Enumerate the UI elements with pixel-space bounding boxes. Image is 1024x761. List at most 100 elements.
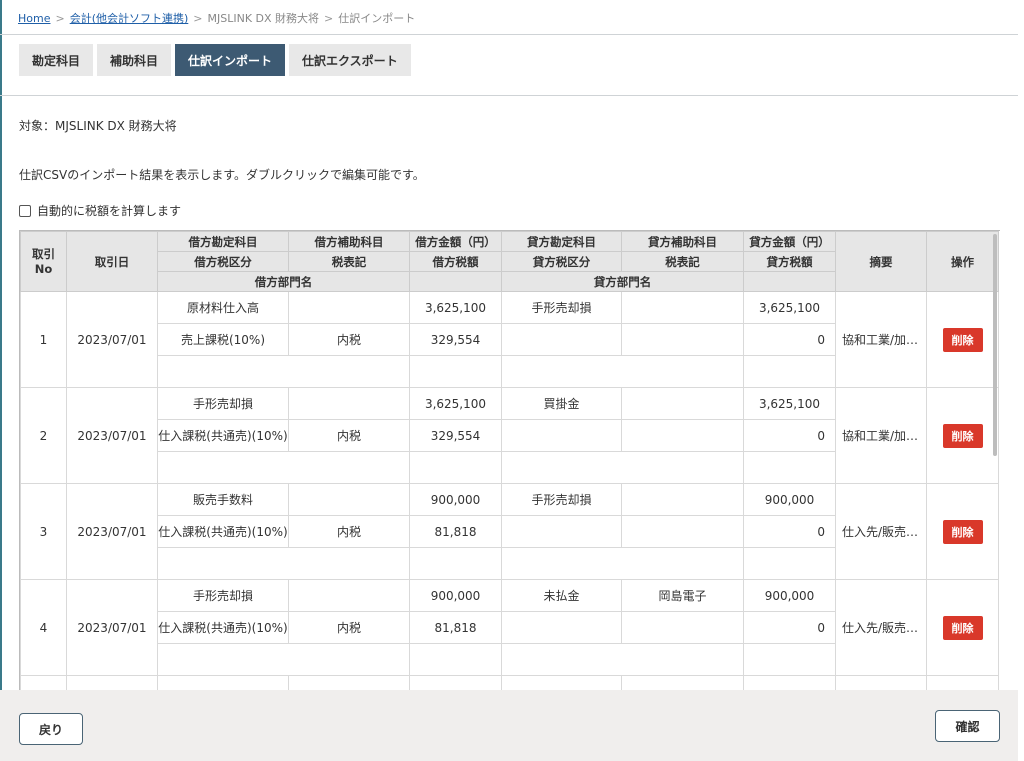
tax-notation-cell[interactable]: 内税	[288, 611, 410, 644]
credit-tax-class-cell[interactable]	[501, 419, 622, 452]
blank-cell[interactable]	[743, 643, 836, 676]
credit-tax-class-cell[interactable]	[501, 611, 622, 644]
confirm-button[interactable]: 確認	[935, 710, 1000, 742]
blank-cell[interactable]	[409, 547, 502, 580]
credit-amount-cell[interactable]: 3,625,100	[743, 387, 836, 420]
delete-button[interactable]: 削除	[942, 615, 983, 640]
breadcrumb-home-link[interactable]: Home	[18, 12, 50, 25]
credit-amount-cell[interactable]: 3,625,100	[743, 291, 836, 324]
tax-notation-cell[interactable]: 内税	[288, 323, 410, 356]
summary-cell[interactable]: 協和工業/加…	[835, 387, 927, 484]
tab-journal-import[interactable]: 仕訳インポート	[175, 44, 286, 76]
debit-sub-cell[interactable]	[288, 579, 410, 612]
credit-sub-cell[interactable]: 岡島電子	[621, 579, 744, 612]
table-row[interactable]: 4 2023/07/01 手形売却損 900,000 未払金 岡島電子 900,000 仕入先…	[20, 579, 999, 676]
row-date[interactable]: 2023/07/01	[66, 291, 158, 388]
back-button[interactable]: 戻り	[19, 713, 83, 745]
credit-account-cell[interactable]: 未払金	[501, 579, 622, 612]
blank-cell[interactable]	[743, 547, 836, 580]
debit-amount-cell[interactable]: 3,625,100	[409, 387, 502, 420]
credit-tax-cell[interactable]: 0	[743, 419, 836, 452]
blank-cell[interactable]	[743, 451, 836, 484]
credit-tax-cell[interactable]: 0	[743, 515, 836, 548]
credit-tax-notation-cell[interactable]	[621, 419, 744, 452]
tab-journal-export[interactable]: 仕訳エクスポート	[289, 44, 411, 76]
debit-tax-cell[interactable]: 81,818	[409, 611, 502, 644]
table-row[interactable]: 1 2023/07/01 原材料仕入高 3,625,100 手形売却損 3,625,100…	[20, 291, 999, 388]
tax-notation-cell[interactable]: 内税	[288, 419, 410, 452]
delete-button[interactable]: 削除	[942, 423, 983, 448]
debit-sub-cell[interactable]	[288, 483, 410, 516]
credit-tax-class-cell[interactable]	[501, 323, 622, 356]
row-no[interactable]: 3	[20, 483, 67, 580]
debit-sub-cell[interactable]	[288, 387, 410, 420]
blank-cell[interactable]	[409, 643, 502, 676]
credit-account-cell[interactable]: 手形売却損	[501, 291, 622, 324]
tab-account-titles[interactable]: 勘定科目	[19, 44, 94, 76]
table-row[interactable]: 2 2023/07/01 手形売却損 3,625,100 買掛金 3,625,100 協和工…	[20, 387, 999, 484]
journal-table-container[interactable]: 取引 No 取引日 借方勘定科目 借方補助科目 借方金額（円） 貸方勘定科目 貸…	[19, 230, 1000, 690]
debit-tax-cell[interactable]: 329,554	[409, 323, 502, 356]
debit-tax-class-cell[interactable]: 仕入課税(共通売)(10%)	[157, 515, 289, 548]
header-divider	[0, 34, 1018, 35]
debit-sub-cell[interactable]	[288, 291, 410, 324]
table-row[interactable]: 3 2023/07/01 販売手数料 900,000 手形売却損 900,000 仕入先/販…	[20, 483, 999, 580]
credit-sub-cell[interactable]	[621, 387, 744, 420]
empty-cell	[157, 675, 289, 690]
blank-cell[interactable]	[743, 355, 836, 388]
credit-tax-class-cell[interactable]	[501, 515, 622, 548]
credit-account-cell[interactable]: 手形売却損	[501, 483, 622, 516]
debit-tax-class-cell[interactable]: 仕入課税(共通売)(10%)	[157, 611, 289, 644]
debit-amount-cell[interactable]: 900,000	[409, 483, 502, 516]
row-date[interactable]: 2023/07/01	[66, 387, 158, 484]
blank-cell[interactable]	[409, 451, 502, 484]
blank-cell[interactable]	[409, 355, 502, 388]
header-debit-tax: 借方税額	[409, 251, 502, 272]
debit-dept-cell[interactable]	[157, 547, 410, 580]
row-no[interactable]: 1	[20, 291, 67, 388]
debit-tax-class-cell[interactable]: 売上課税(10%)	[157, 323, 289, 356]
table-scrollbar[interactable]	[993, 234, 997, 456]
credit-sub-cell[interactable]	[621, 483, 744, 516]
credit-amount-cell[interactable]: 900,000	[743, 579, 836, 612]
debit-tax-cell[interactable]: 81,818	[409, 515, 502, 548]
row-no[interactable]: 2	[20, 387, 67, 484]
debit-account-cell[interactable]: 手形売却損	[157, 579, 289, 612]
credit-tax-notation-cell[interactable]	[621, 515, 744, 548]
auto-tax-option[interactable]: 自動的に税額を計算します	[19, 202, 181, 219]
delete-button[interactable]: 削除	[942, 519, 983, 544]
debit-account-cell[interactable]: 原材料仕入高	[157, 291, 289, 324]
breadcrumb-accounting-link[interactable]: 会計(他会計ソフト連携)	[70, 12, 189, 25]
credit-sub-cell[interactable]	[621, 291, 744, 324]
row-no[interactable]: 4	[20, 579, 67, 676]
credit-amount-cell[interactable]: 900,000	[743, 483, 836, 516]
tax-notation-cell[interactable]: 内税	[288, 515, 410, 548]
debit-dept-cell[interactable]	[157, 355, 410, 388]
auto-tax-checkbox[interactable]	[19, 204, 31, 217]
credit-tax-cell[interactable]: 0	[743, 323, 836, 356]
debit-account-cell[interactable]: 手形売却損	[157, 387, 289, 420]
credit-tax-notation-cell[interactable]	[621, 323, 744, 356]
summary-cell[interactable]: 仕入先/販売…	[835, 483, 927, 580]
debit-amount-cell[interactable]: 3,625,100	[409, 291, 502, 324]
summary-cell[interactable]: 仕入先/販売…	[835, 579, 927, 676]
debit-tax-class-cell[interactable]: 仕入課税(共通売)(10%)	[157, 419, 289, 452]
credit-dept-cell[interactable]	[501, 643, 744, 676]
credit-account-cell[interactable]: 買掛金	[501, 387, 622, 420]
debit-tax-cell[interactable]: 329,554	[409, 419, 502, 452]
row-date[interactable]: 2023/07/01	[66, 483, 158, 580]
summary-cell[interactable]: 協和工業/加…	[835, 291, 927, 388]
delete-button[interactable]: 削除	[942, 327, 983, 352]
debit-dept-cell[interactable]	[157, 451, 410, 484]
debit-dept-cell[interactable]	[157, 643, 410, 676]
debit-account-cell[interactable]: 販売手数料	[157, 483, 289, 516]
credit-dept-cell[interactable]	[501, 355, 744, 388]
credit-dept-cell[interactable]	[501, 547, 744, 580]
credit-tax-notation-cell[interactable]	[621, 611, 744, 644]
debit-amount-cell[interactable]: 900,000	[409, 579, 502, 612]
credit-tax-cell[interactable]: 0	[743, 611, 836, 644]
header-credit-dept: 貸方部門名	[501, 271, 744, 292]
credit-dept-cell[interactable]	[501, 451, 744, 484]
row-date[interactable]: 2023/07/01	[66, 579, 158, 676]
tab-sub-accounts[interactable]: 補助科目	[97, 44, 172, 76]
